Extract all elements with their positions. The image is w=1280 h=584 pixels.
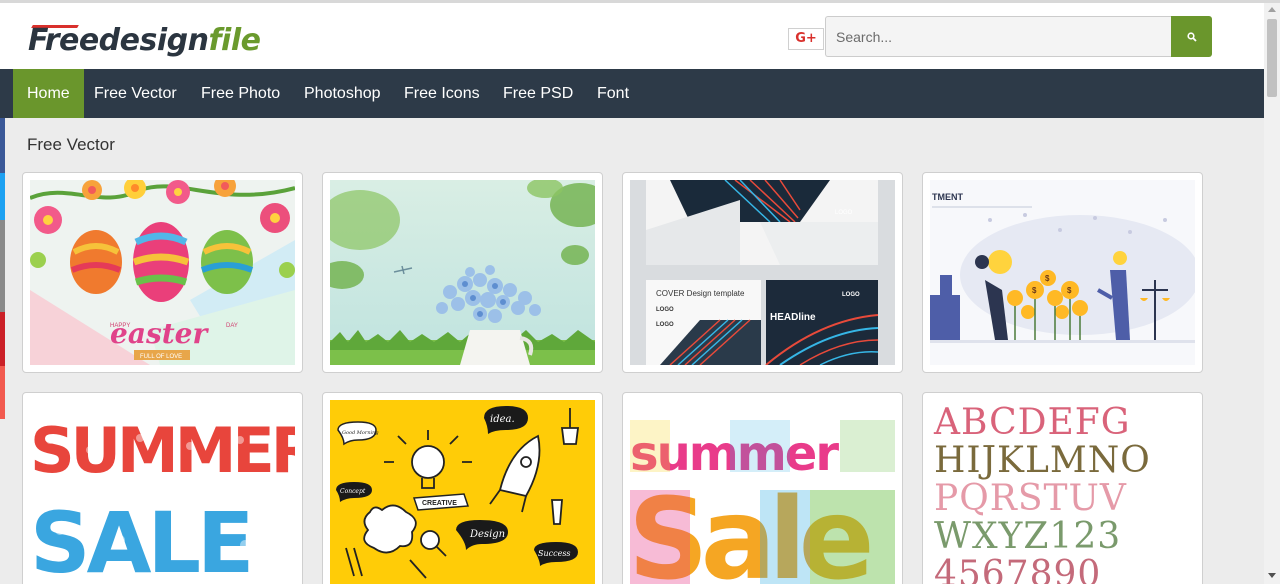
- alphabet-row-3: PQRSTUV: [934, 478, 1127, 519]
- easter-ribbon: FULL OF LOVE: [140, 354, 182, 360]
- thumbnail-easter: HAPPY easter DAY FULL OF LOVE: [30, 180, 295, 365]
- alphabet-row-1: ABCDEFG: [933, 402, 1131, 443]
- svg-text:$: $: [1045, 274, 1050, 283]
- nav-item-home[interactable]: Home: [13, 69, 84, 118]
- thumbnail-card[interactable]: idea. Good Morning Concept CREATIVE Desi…: [322, 392, 603, 584]
- section-title: Free Vector: [27, 135, 115, 154]
- doodle-good-morning: Good Morning: [342, 430, 379, 436]
- logo-text-dark: Freedesign: [28, 23, 209, 58]
- thumbnail-alphabet: ABCDEFG HIJKLMNO PQRSTUV WXYZ123 4567890: [930, 400, 1195, 584]
- brochure-logo-3: LOGO: [656, 322, 674, 328]
- summer-sale-line2: SALE: [30, 494, 250, 584]
- nav-item-photoshop[interactable]: Photoshop: [290, 69, 395, 118]
- site-header: Freedesignfile G+: [0, 3, 1264, 69]
- thumbnail-card[interactable]: summer Sale: [622, 392, 903, 584]
- brochure-logo-2: LOGO: [842, 292, 860, 298]
- nav-item-free-photo[interactable]: Free Photo: [187, 69, 294, 118]
- search-input[interactable]: [825, 16, 1172, 57]
- thumbnail-card[interactable]: [322, 172, 603, 373]
- scroll-up-arrow-icon[interactable]: [1268, 7, 1276, 12]
- share-facebook[interactable]: [0, 118, 5, 173]
- logo-text-green: file: [208, 23, 261, 58]
- thumbnail-summer-sale-colorful: summer Sale: [630, 400, 895, 584]
- main-content: Free Vector HAPPY easter DAY FULL OF LOV…: [0, 118, 1264, 584]
- doodle-concept: Concept: [340, 488, 366, 495]
- brochure-headline: HEADline: [770, 312, 816, 323]
- page-scrollbar[interactable]: [1264, 3, 1280, 584]
- nav-item-free-vector[interactable]: Free Vector: [80, 69, 191, 118]
- share-twitter[interactable]: [0, 173, 5, 220]
- share-other[interactable]: [0, 220, 5, 312]
- easter-word: easter: [110, 317, 209, 350]
- svg-text:LOGO: LOGO: [835, 210, 853, 216]
- site-logo[interactable]: Freedesignfile: [28, 23, 261, 59]
- search-button[interactable]: [1171, 16, 1212, 57]
- doodle-success: Success: [538, 549, 571, 558]
- svg-text:$: $: [1032, 286, 1037, 295]
- thumbnail-card[interactable]: LOGO COVER Design template LOGO LOGO HEA…: [622, 172, 903, 373]
- thumbnail-card[interactable]: HAPPY easter DAY FULL OF LOVE: [22, 172, 303, 373]
- scroll-down-arrow-icon[interactable]: [1268, 573, 1276, 578]
- doodle-design: Design: [469, 529, 505, 540]
- alphabet-row-5: 4567890: [934, 554, 1101, 584]
- easter-small-right: DAY: [226, 323, 238, 329]
- thumbnail-card[interactable]: TMENT $ $ $: [922, 172, 1203, 373]
- thumbnail-card[interactable]: ABCDEFG HIJKLMNO PQRSTUV WXYZ123 4567890: [922, 392, 1203, 584]
- search-icon: [1186, 31, 1197, 42]
- thumbnail-brochure: LOGO COVER Design template LOGO LOGO HEA…: [630, 180, 895, 365]
- thumbnail-summer-sale-stickers: SUMMER SALE: [30, 400, 295, 584]
- nav-item-free-icons[interactable]: Free Icons: [390, 69, 494, 118]
- alphabet-row-2: HIJKLMNO: [934, 440, 1151, 481]
- doodle-creative: CREATIVE: [422, 500, 457, 507]
- svg-text:$: $: [1067, 286, 1072, 295]
- nav-item-font[interactable]: Font: [583, 69, 643, 118]
- doodle-idea: idea.: [490, 414, 515, 425]
- investment-title: TMENT: [932, 192, 963, 202]
- thumbnail-card[interactable]: SUMMER SALE: [22, 392, 303, 584]
- alphabet-row-4: WXYZ123: [934, 516, 1121, 557]
- brochure-cover-title: COVER Design template: [656, 289, 745, 298]
- brochure-logo-1: LOGO: [656, 307, 674, 313]
- nav-item-free-psd[interactable]: Free PSD: [489, 69, 587, 118]
- scrollbar-thumb[interactable]: [1267, 19, 1277, 97]
- share-more[interactable]: [0, 366, 5, 419]
- thumbnail-investment: TMENT $ $ $: [930, 180, 1195, 365]
- thumbnail-doodles: idea. Good Morning Concept CREATIVE Desi…: [330, 400, 595, 584]
- main-navbar: Home Free Vector Free Photo Photoshop Fr…: [0, 69, 1264, 118]
- summer-sale-line1: SUMMER: [30, 414, 295, 487]
- google-plus-button[interactable]: G+: [788, 28, 824, 50]
- share-pinterest[interactable]: [0, 312, 5, 366]
- thumbnail-spring-flowers: [330, 180, 595, 365]
